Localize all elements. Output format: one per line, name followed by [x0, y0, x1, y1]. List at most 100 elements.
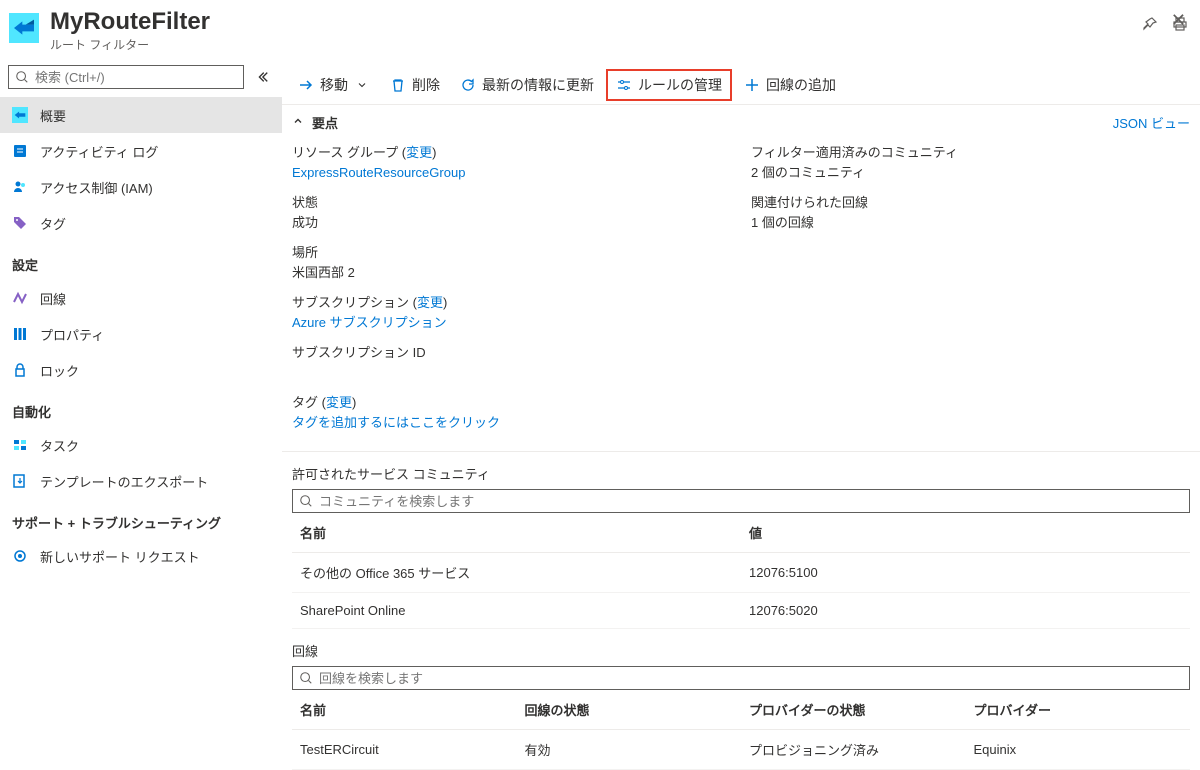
search-icon [299, 671, 313, 685]
sidebar-item-label: タグ [40, 214, 66, 233]
sidebar-item-overview[interactable]: 概要 [0, 97, 282, 133]
sidebar-item-properties[interactable]: プロパティ [0, 316, 282, 352]
chevron-down-icon [354, 77, 370, 93]
json-view-link[interactable]: JSON ビュー [1113, 113, 1190, 132]
plus-icon [744, 77, 760, 93]
cell-name: TestERCircuit [292, 730, 517, 770]
cell-name: SharePoint Online [292, 593, 741, 629]
arrow-right-icon [298, 77, 314, 93]
essentials-body: リソース グループ (変更) ExpressRouteResourceGroup… [282, 139, 1200, 452]
col-name[interactable]: 名前 [292, 513, 741, 553]
move-button[interactable]: 移動 [290, 69, 378, 101]
communities-section: 許可されたサービス コミュニティ 名前 値 その他の Office 365 サー… [282, 452, 1200, 629]
trash-icon [390, 77, 406, 93]
communities-count: 2 個のコミュニティ [751, 163, 1190, 183]
table-row[interactable]: TestERCircuit有効プロビジョニング済みEquinix [292, 730, 1190, 770]
communities-filter-input[interactable] [313, 494, 1183, 509]
sidebar-item-label: 概要 [40, 106, 66, 125]
sidebar-section-automation: 自動化 [0, 388, 282, 427]
properties-icon [12, 326, 28, 342]
cell-name: その他の Office 365 サービス [292, 553, 741, 593]
state-value: 成功 [292, 213, 731, 233]
sidebar-item-support-request[interactable]: 新しいサポート リクエスト [0, 538, 282, 574]
cell-value: 12076:5100 [741, 553, 1190, 593]
cell-value: 12076:5020 [741, 593, 1190, 629]
delete-button[interactable]: 削除 [382, 69, 448, 101]
subscription-link[interactable]: Azure サブスクリプション [292, 315, 447, 330]
route-filter-icon [8, 12, 40, 44]
col-name[interactable]: 名前 [292, 690, 517, 730]
location-value: 米国西部 2 [292, 263, 731, 283]
manage-rules-button[interactable]: ルールの管理 [606, 69, 732, 101]
sidebar-search-input[interactable] [29, 70, 237, 85]
sidebar-item-label: テンプレートのエクスポート [40, 472, 208, 491]
sidebar-item-label: プロパティ [40, 325, 104, 344]
col-value[interactable]: 値 [741, 513, 1190, 553]
refresh-icon [460, 77, 476, 93]
essentials-title: 要点 [312, 113, 338, 132]
circuits-filter[interactable] [292, 666, 1190, 690]
resource-type-label: ルート フィルター [50, 36, 1124, 53]
cell-state: 有効 [517, 730, 742, 770]
table-row[interactable]: SharePoint Online12076:5020 [292, 593, 1190, 629]
sidebar-item-circuits[interactable]: 回線 [0, 280, 282, 316]
access-control-icon [12, 179, 28, 195]
communities-title: 許可されたサービス コミュニティ [292, 464, 1190, 483]
close-button[interactable]: ✕ [1171, 10, 1186, 31]
add-tags-link[interactable]: タグを追加するにはここをクリック [292, 415, 500, 430]
circuits-count: 1 個の回線 [751, 213, 1190, 233]
circuit-icon [12, 290, 28, 306]
activity-log-icon [12, 143, 28, 159]
cell-provider: Equinix [966, 730, 1191, 770]
circuits-table: 名前 回線の状態 プロバイダーの状態 プロバイダー TestERCircuit有… [292, 690, 1190, 770]
change-tags-link[interactable]: 変更 [326, 395, 352, 410]
circuits-section: 回線 名前 回線の状態 プロバイダーの状態 プロバイダー TestERCircu… [282, 629, 1200, 770]
sidebar-item-activity-log[interactable]: アクティビティ ログ [0, 133, 282, 169]
page-header: MyRouteFilter ルート フィルター ✕ [0, 0, 1200, 65]
sidebar-item-export-template[interactable]: テンプレートのエクスポート [0, 463, 282, 499]
support-icon [12, 548, 28, 564]
tag-icon [12, 215, 28, 231]
tasks-icon [12, 437, 28, 453]
sidebar-item-tasks[interactable]: タスク [0, 427, 282, 463]
col-state[interactable]: 回線の状態 [517, 690, 742, 730]
settings-slider-icon [616, 77, 632, 93]
subscription-id-value [292, 363, 731, 383]
export-template-icon [12, 473, 28, 489]
sidebar-item-tags[interactable]: タグ [0, 205, 282, 241]
sidebar-item-label: 新しいサポート リクエスト [40, 547, 200, 566]
col-provider-state[interactable]: プロバイダーの状態 [741, 690, 966, 730]
circuits-title: 回線 [292, 641, 1190, 660]
resource-group-link[interactable]: ExpressRouteResourceGroup [292, 165, 465, 180]
sidebar-section-support: サポート + トラブルシューティング [0, 499, 282, 538]
sidebar-search[interactable] [8, 65, 244, 89]
sidebar-item-locks[interactable]: ロック [0, 352, 282, 388]
circuits-filter-input[interactable] [313, 671, 1183, 686]
sidebar-item-label: アクティビティ ログ [40, 142, 158, 161]
change-sub-link[interactable]: 変更 [417, 295, 443, 310]
sidebar-item-iam[interactable]: アクセス制御 (IAM) [0, 169, 282, 205]
add-circuit-button[interactable]: 回線の追加 [736, 69, 844, 101]
command-bar: 移動 削除 最新の情報に更新 ルールの管理 回線の追加 [282, 65, 1200, 105]
communities-table: 名前 値 その他の Office 365 サービス12076:5100Share… [292, 513, 1190, 629]
sidebar-item-label: 回線 [40, 289, 66, 308]
col-provider[interactable]: プロバイダー [966, 690, 1191, 730]
search-icon [299, 494, 313, 508]
lock-icon [12, 362, 28, 378]
sidebar-item-label: ロック [40, 361, 79, 380]
change-rg-link[interactable]: 変更 [406, 145, 432, 160]
search-icon [15, 70, 29, 84]
sidebar-section-settings: 設定 [0, 241, 282, 280]
pin-icon[interactable] [1142, 16, 1158, 32]
sidebar-item-label: アクセス制御 (IAM) [40, 178, 153, 197]
sidebar-item-label: タスク [40, 436, 79, 455]
table-row[interactable]: その他の Office 365 サービス12076:5100 [292, 553, 1190, 593]
cell-provider-state: プロビジョニング済み [741, 730, 966, 770]
communities-filter[interactable] [292, 489, 1190, 513]
essentials-toggle[interactable]: 要点 JSON ビュー [282, 105, 1200, 139]
refresh-button[interactable]: 最新の情報に更新 [452, 69, 602, 101]
route-filter-icon [12, 107, 28, 123]
chevron-up-icon [292, 115, 304, 130]
sidebar: 概要 アクティビティ ログ アクセス制御 (IAM) タグ 設定 回線 プロパテ… [0, 65, 282, 770]
collapse-sidebar-button[interactable] [250, 65, 274, 89]
